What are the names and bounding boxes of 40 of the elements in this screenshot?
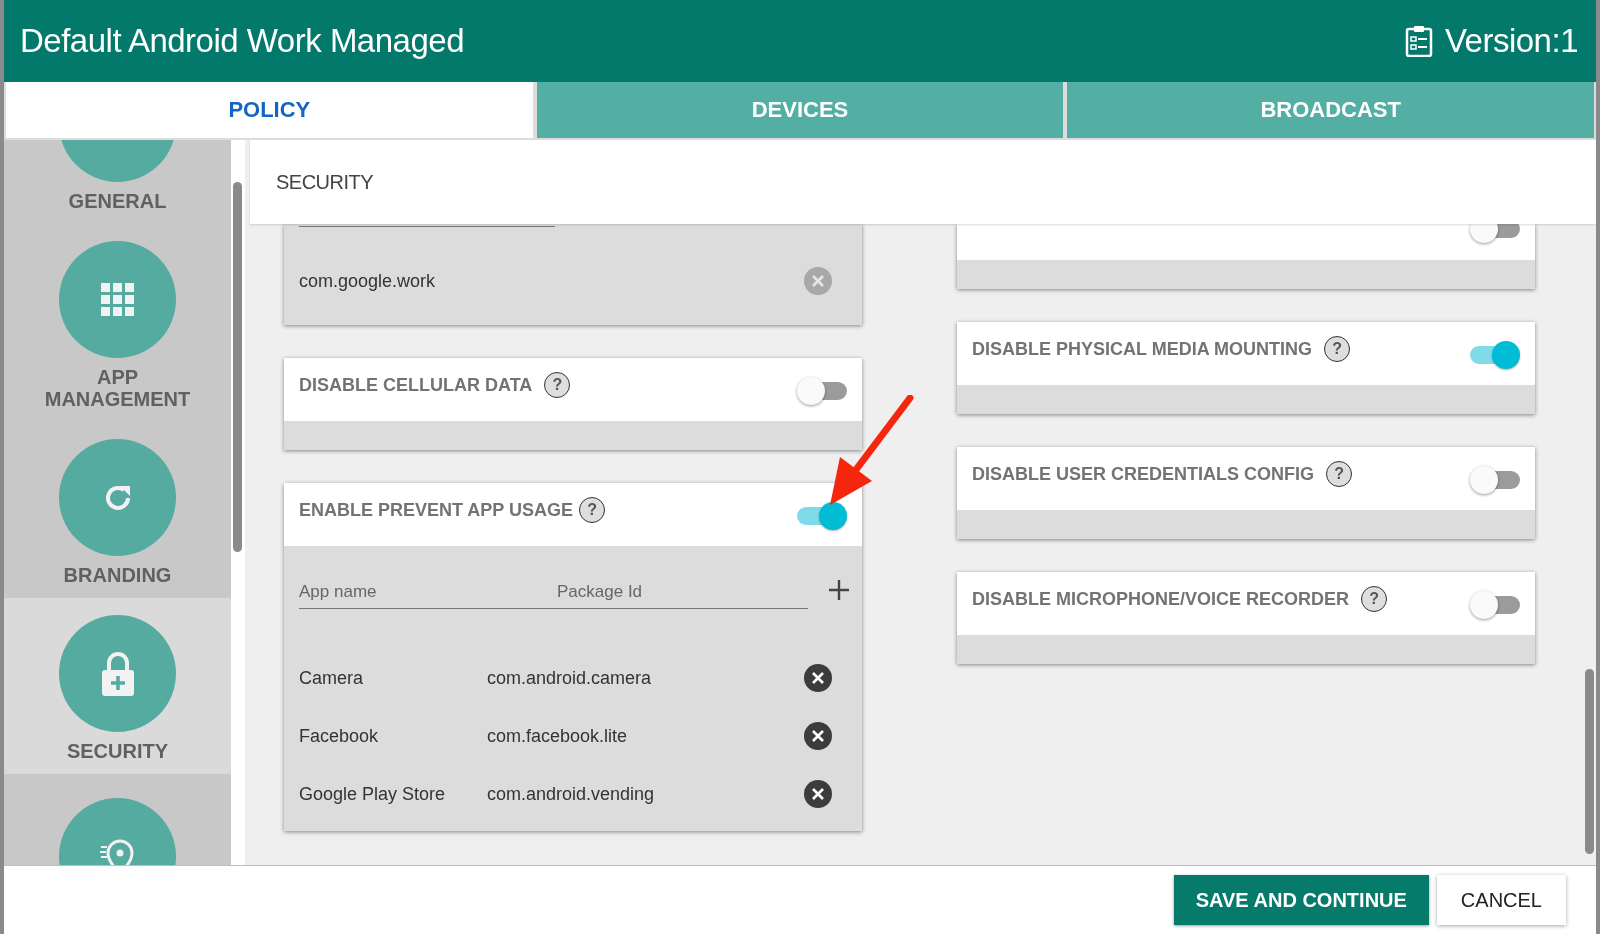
- lock-icon: [99, 651, 136, 696]
- save-button[interactable]: SAVE AND CONTINUE: [1173, 875, 1429, 925]
- table-cell-text: Google Play Store: [299, 783, 447, 805]
- window-title: Default Android Work Managed: [20, 22, 464, 60]
- remove-icon[interactable]: [804, 780, 832, 808]
- toggle-switch[interactable]: [1470, 465, 1520, 493]
- clipboard-icon: [1404, 25, 1433, 57]
- column-header: App name: [299, 582, 378, 602]
- cancel-button[interactable]: CANCEL: [1436, 875, 1566, 925]
- grid-icon: [100, 282, 135, 317]
- add-icon[interactable]: [828, 578, 850, 601]
- column-header: Package Id: [557, 582, 643, 602]
- remove-icon[interactable]: [804, 664, 832, 692]
- package-id: com.google.work: [299, 270, 436, 292]
- sidebar-item[interactable]: SECURITY: [4, 598, 231, 774]
- help-icon[interactable]: ?: [1326, 461, 1353, 487]
- help-icon[interactable]: ?: [1361, 586, 1388, 612]
- table-cell-text: Camera: [299, 667, 365, 689]
- toggle-switch[interactable]: [797, 501, 847, 529]
- table-cell-text: Facebook: [299, 725, 380, 747]
- setting-label: ENABLE PREVENT APP USAGE: [299, 500, 574, 521]
- section-title: SECURITY: [276, 170, 374, 194]
- setting-label: DISABLE MICROPHONE/VOICE RECORDER: [972, 589, 1350, 610]
- toggle-switch[interactable]: [1470, 590, 1520, 618]
- setting-label: DISABLE PHYSICAL MEDIA MOUNTING: [972, 339, 1312, 360]
- remove-icon[interactable]: [804, 722, 832, 750]
- table-cell-text: com.facebook.lite: [487, 725, 629, 747]
- scrollbar-thumb[interactable]: [233, 182, 242, 552]
- table-cell-text: com.android.vending: [487, 783, 656, 805]
- version-label: Version:1: [1444, 22, 1578, 60]
- help-icon[interactable]: ?: [579, 497, 606, 523]
- setting-label: DISABLE CELLULAR DATA: [299, 375, 533, 396]
- scrollbar-thumb[interactable]: [1585, 669, 1594, 854]
- table-cell-text: com.android.camera: [487, 667, 653, 689]
- help-icon[interactable]: ?: [1324, 336, 1350, 362]
- toggle-switch[interactable]: [1470, 340, 1520, 368]
- tab[interactable]: POLICY: [6, 82, 533, 138]
- setting-label: DISABLE USER CREDENTIALS CONFIG: [972, 464, 1315, 485]
- help-icon[interactable]: ?: [544, 372, 571, 398]
- toggle-switch[interactable]: [797, 376, 847, 404]
